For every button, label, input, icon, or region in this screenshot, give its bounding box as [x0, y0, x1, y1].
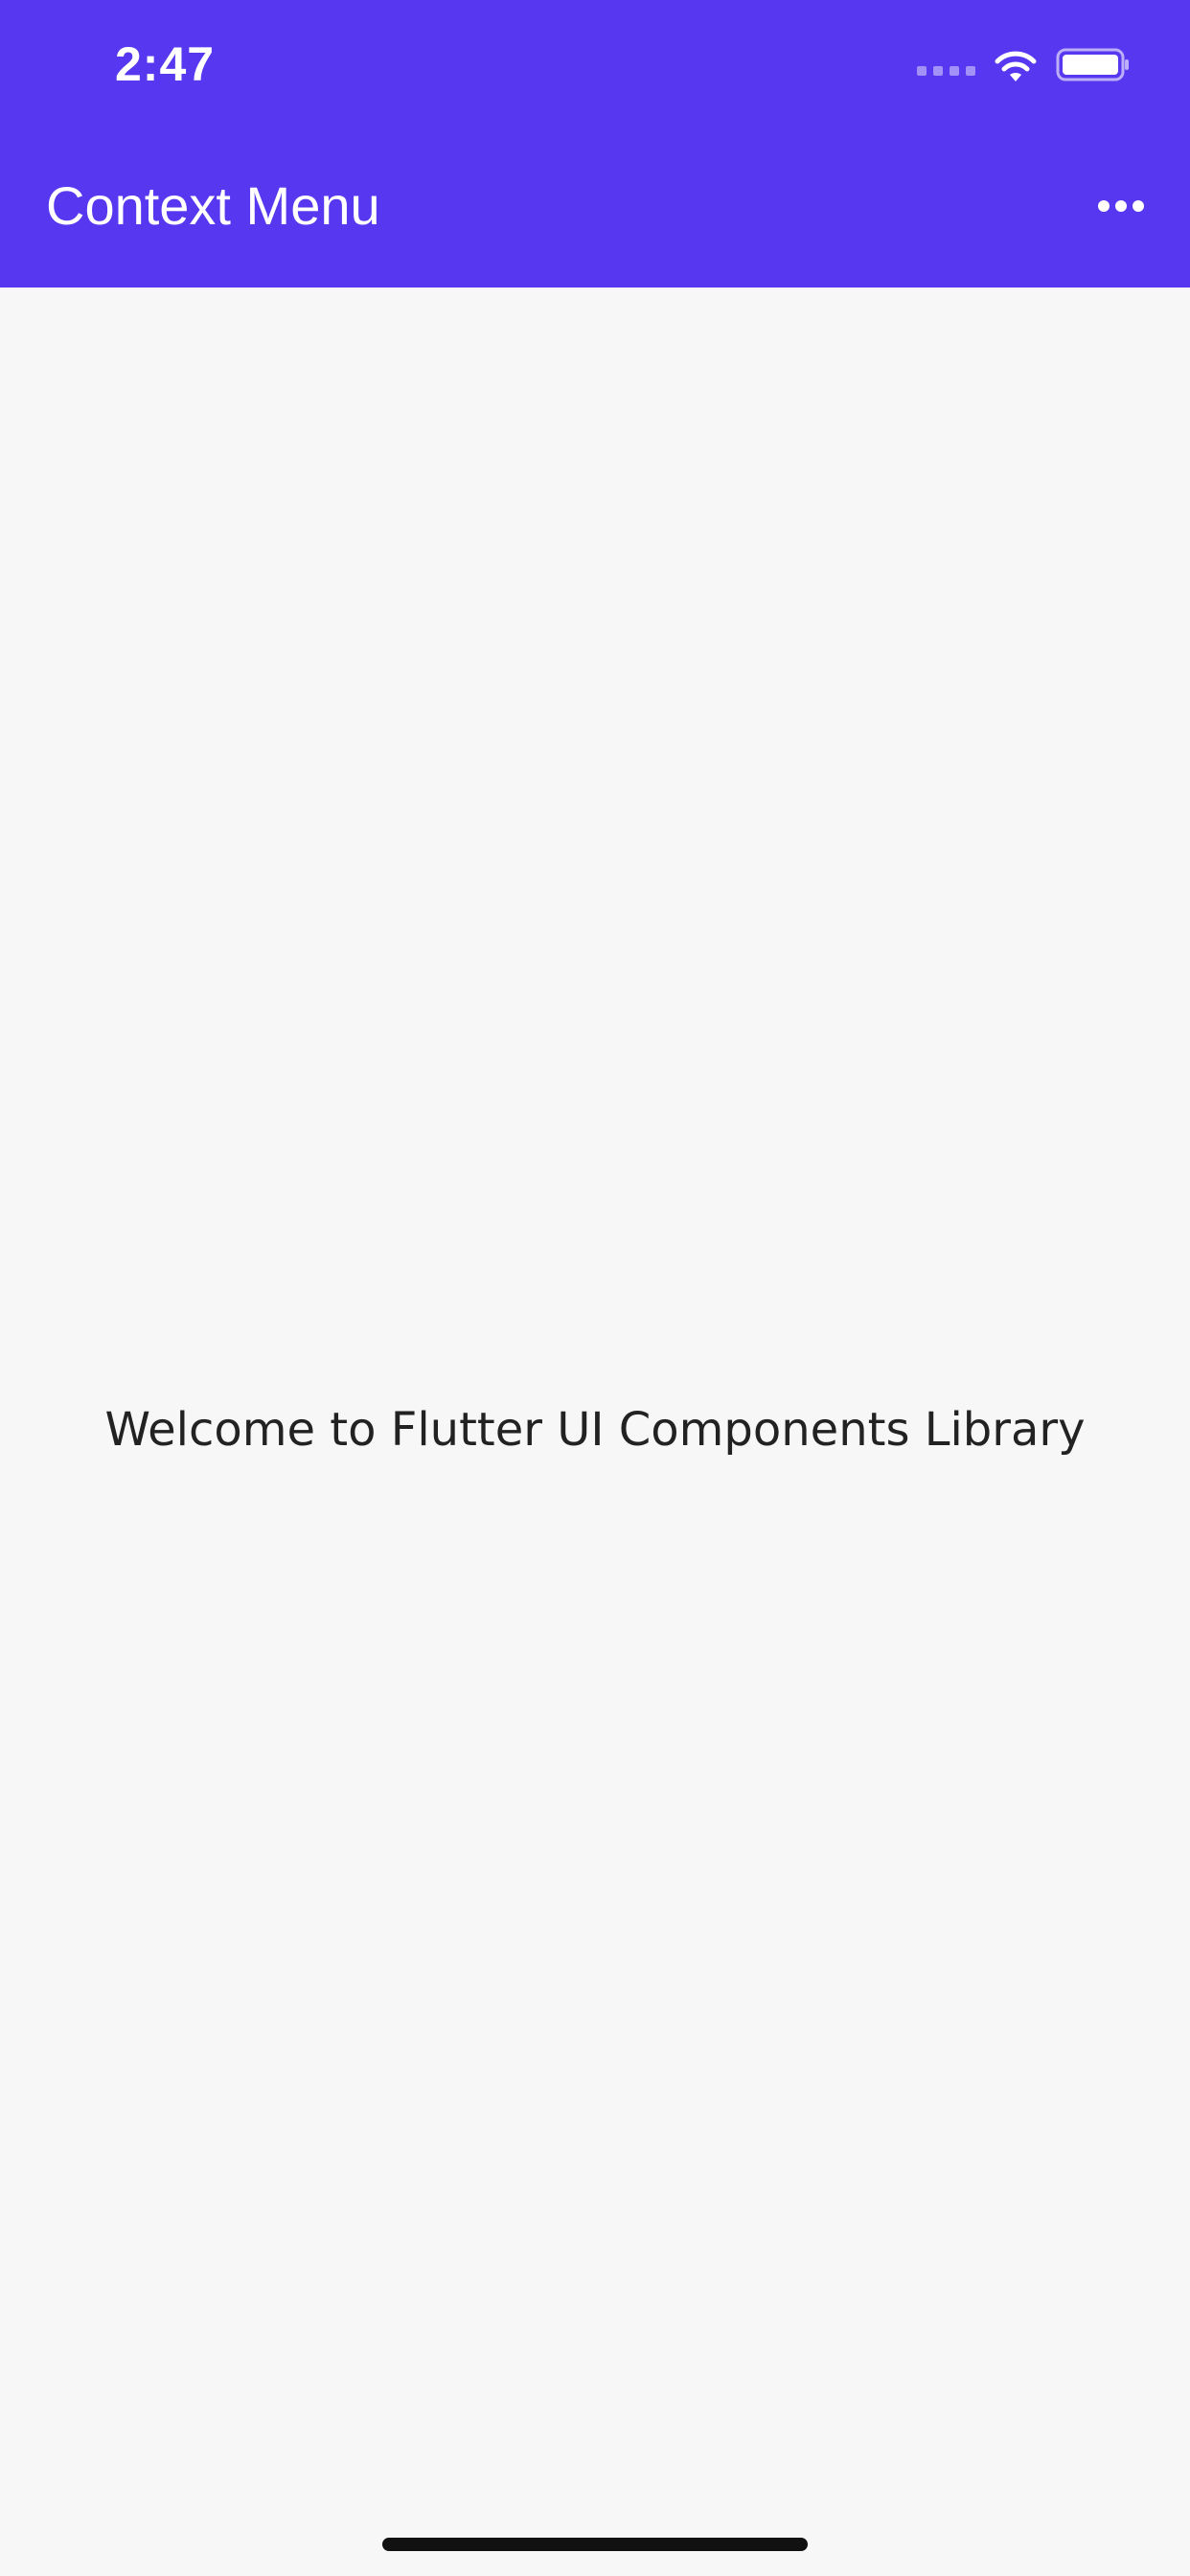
status-icons	[917, 46, 1131, 84]
home-indicator[interactable]	[382, 2538, 808, 2551]
battery-icon	[1056, 48, 1129, 81]
more-options-button[interactable]	[1092, 182, 1150, 230]
more-horizontal-icon	[1098, 200, 1110, 212]
page-title: Context Menu	[46, 175, 380, 236]
status-time: 2:47	[115, 37, 216, 91]
signal-dots-icon	[917, 66, 975, 76]
app-bar: 2:47 Context Menu	[0, 0, 1190, 288]
wifi-icon	[995, 51, 1037, 81]
welcome-message: Welcome to Flutter UI Components Library	[104, 1403, 1086, 1457]
